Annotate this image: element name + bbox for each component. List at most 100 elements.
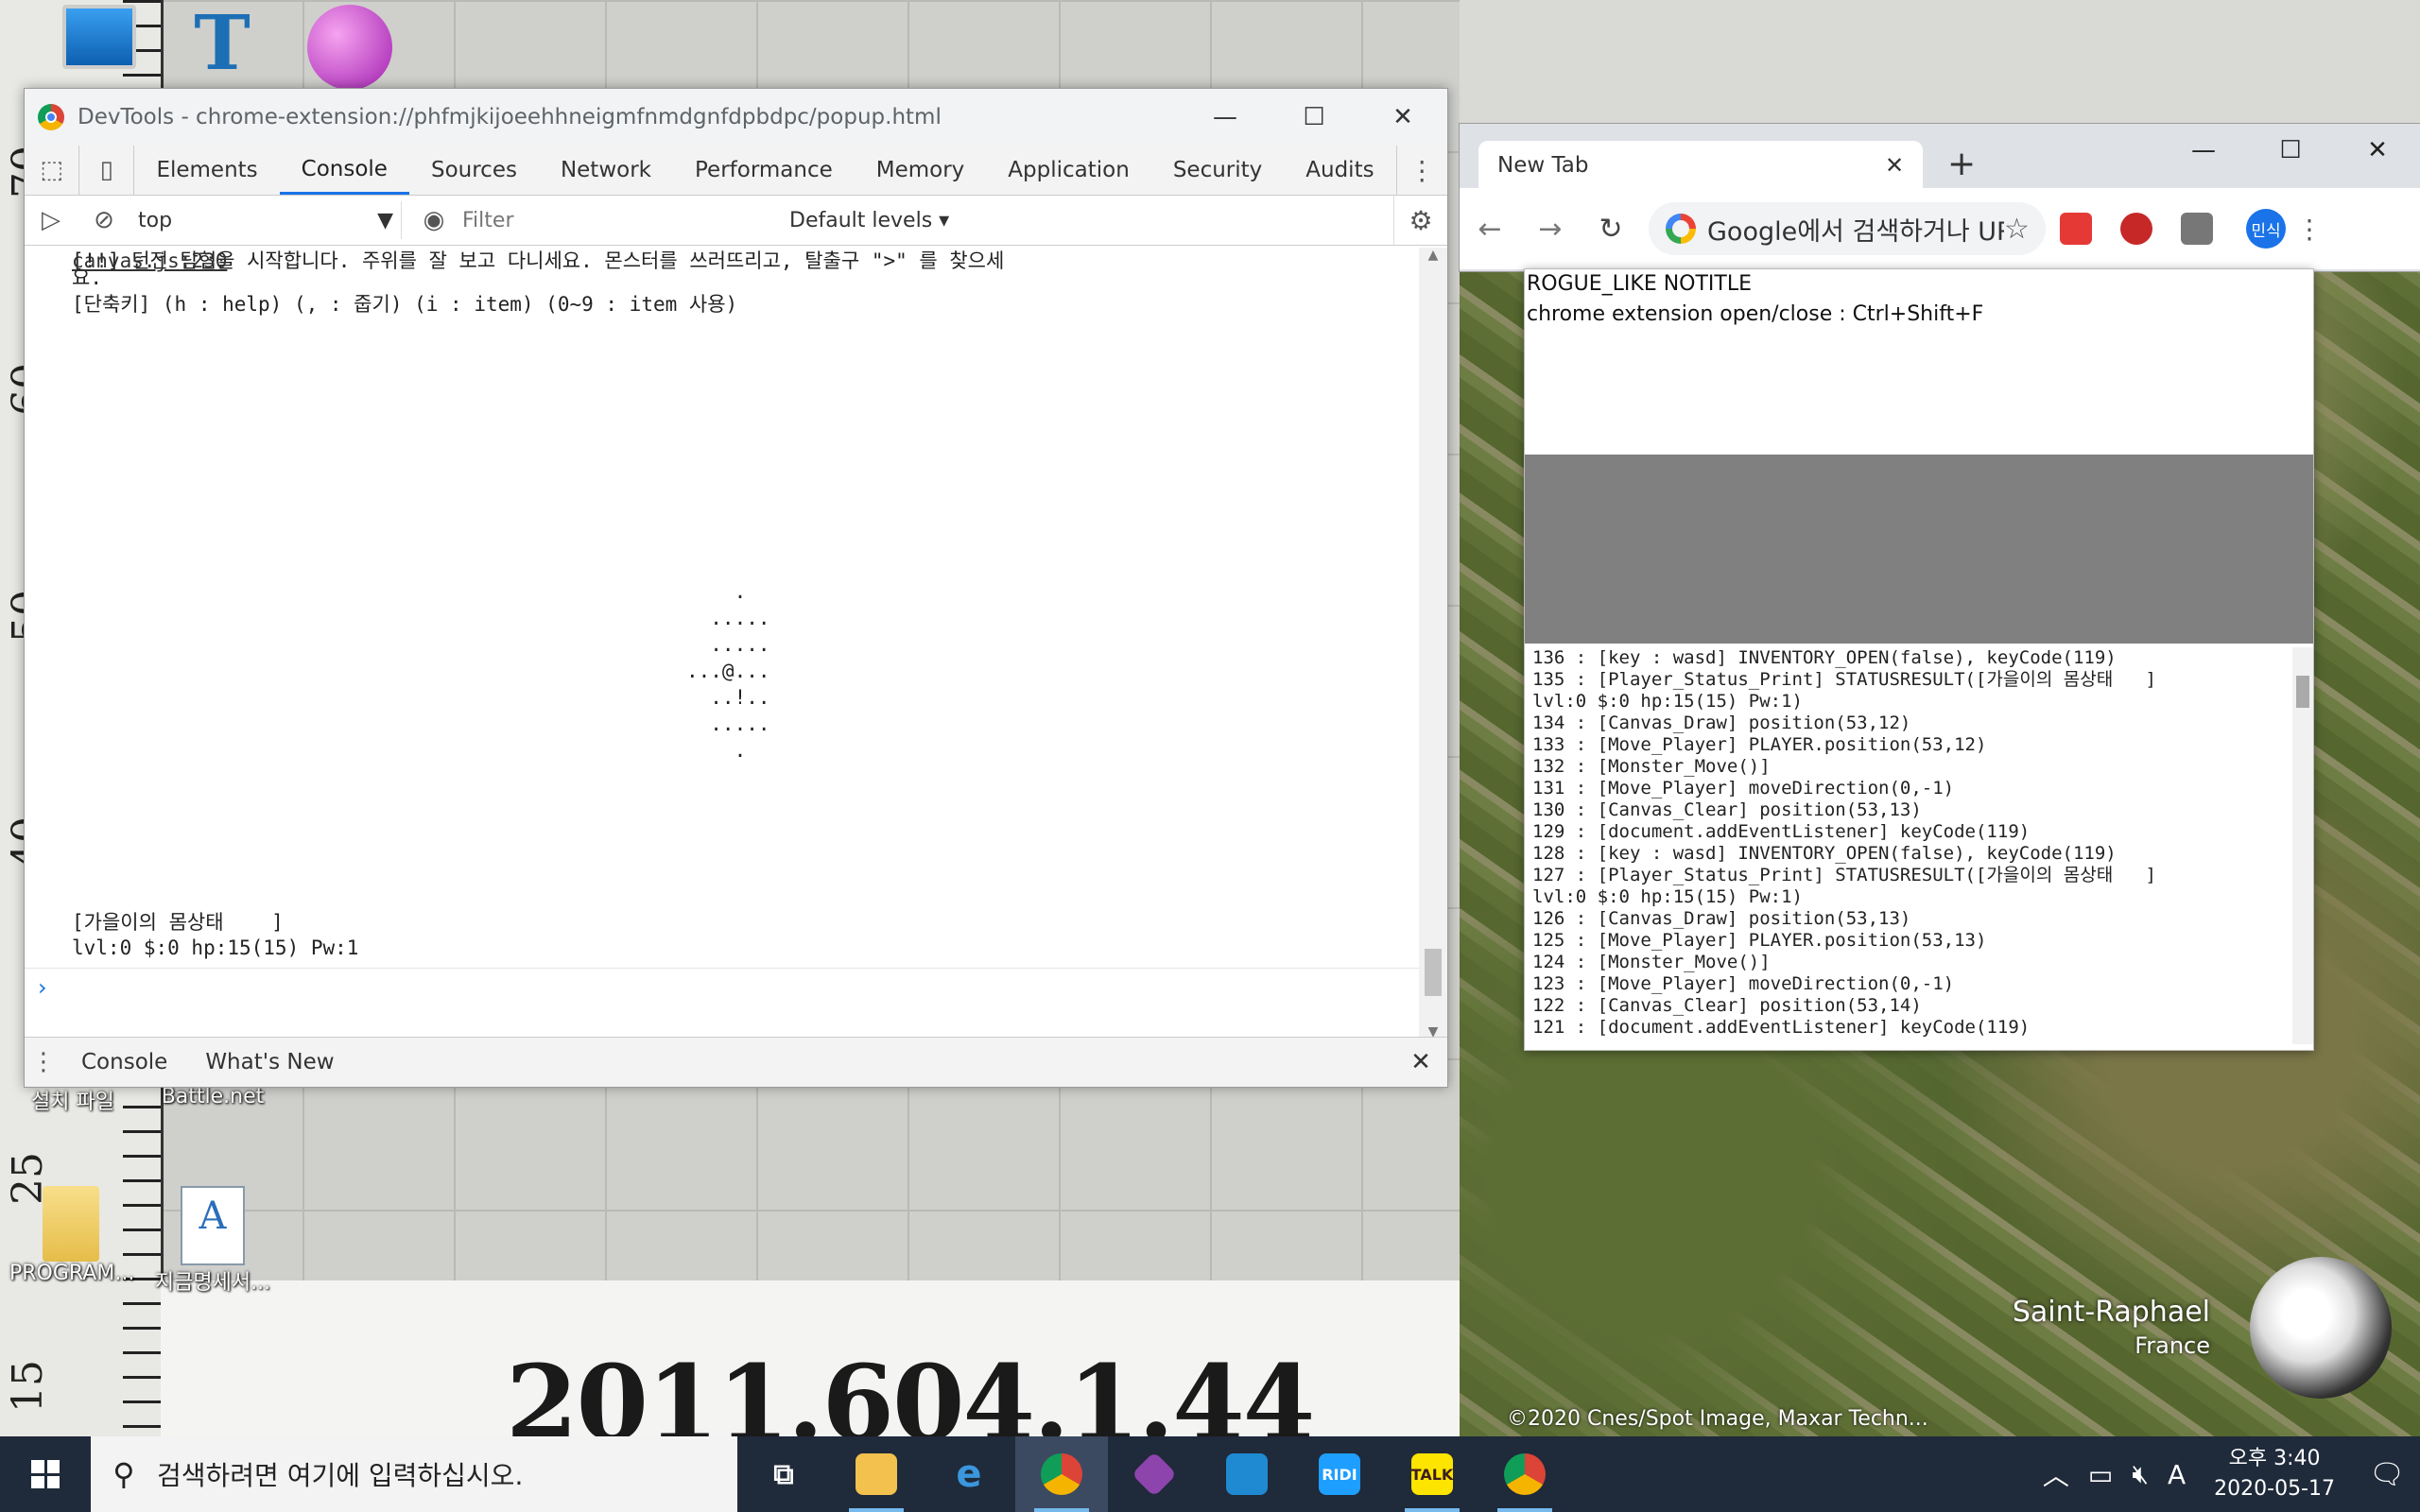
file-explorer-icon[interactable] (830, 1436, 923, 1512)
scrollbar-thumb[interactable] (2296, 676, 2309, 708)
minimize-button[interactable]: — (1181, 89, 1270, 146)
close-drawer-icon[interactable]: ✕ (1394, 1048, 1447, 1076)
log-levels-dropdown[interactable]: Default levels ▾ (789, 209, 949, 232)
extension-icon[interactable] (2181, 213, 2213, 245)
tab-sources[interactable]: Sources (409, 146, 539, 195)
bookmark-star-icon[interactable]: ☆ (2004, 213, 2046, 246)
minimize-button[interactable]: — (2160, 124, 2247, 177)
chrome-menu-icon[interactable]: ⋮ (2286, 214, 2333, 245)
desktop-icon-battlenet[interactable]: Battle.net (151, 1085, 274, 1108)
tab-security[interactable]: Security (1151, 146, 1284, 195)
desktop-icon-program[interactable]: PROGRAM... (9, 1186, 134, 1285)
more-options-icon[interactable]: ⋮ (1395, 146, 1447, 195)
log-line: 126 : [Canvas_Draw] position(53,13) (1532, 908, 1911, 929)
close-button[interactable]: ✕ (2334, 124, 2420, 177)
close-button[interactable]: ✕ (1358, 89, 1447, 146)
taskbar: ⚲ 검색하려면 여기에 입력하십시오. ⧉ e RIDI TALK ︿ ▭ 🔇︎… (0, 1436, 2420, 1512)
maximize-button[interactable]: ☐ (1270, 89, 1358, 146)
vscode-icon[interactable] (1201, 1436, 1293, 1512)
battery-icon[interactable]: ▭ (2088, 1459, 2113, 1490)
search-icon: ⚲ (112, 1456, 135, 1492)
drawer-menu-icon[interactable]: ⋮ (25, 1048, 62, 1076)
desktop-icon-label: 설치 파일 (31, 1091, 114, 1114)
extension-icon[interactable] (2060, 213, 2092, 245)
inspect-element-icon[interactable]: ⬚ (25, 146, 80, 195)
ridi-icon[interactable]: RIDI (1293, 1436, 1386, 1512)
context-selector[interactable]: top ▼ (130, 201, 402, 239)
back-icon[interactable]: ← (1460, 213, 1520, 246)
clear-console-icon[interactable]: ⊘ (78, 206, 130, 234)
chevron-up-icon[interactable]: ︿ (2043, 1455, 2069, 1493)
filter-input[interactable] (460, 202, 776, 238)
reload-icon[interactable]: ↻ (1581, 213, 1641, 246)
log-scrollbar[interactable] (2292, 647, 2313, 1044)
desktop-icon-computer[interactable] (38, 5, 161, 69)
drawer-tab-console[interactable]: Console (62, 1050, 186, 1074)
ime-indicator[interactable]: A (2168, 1459, 2186, 1490)
notification-icon[interactable]: 🗨︎ (2354, 1458, 2420, 1491)
console-prompt[interactable]: › (25, 968, 1419, 1006)
tab-elements[interactable]: Elements (134, 146, 279, 195)
new-tab-icon[interactable]: + (1947, 145, 1976, 183)
volume-muted-icon[interactable]: 🔇︎ (2132, 1458, 2149, 1490)
clock[interactable]: 오후 3:40 2020-05-17 (2214, 1444, 2335, 1504)
tab-title: New Tab (1497, 153, 1589, 178)
extension-popup: ROGUE_LIKE NOTITLE chrome extension open… (1524, 268, 2314, 1051)
source-link[interactable]: canvas.js:230 (72, 248, 1370, 274)
taskbar-search[interactable]: ⚲ 검색하려면 여기에 입력하십시오. (91, 1436, 737, 1512)
kakaotalk-icon[interactable]: TALK (1386, 1436, 1478, 1512)
desktop-icon-typora[interactable]: T (161, 5, 284, 80)
drawer-tab-whats-new[interactable]: What's New (186, 1050, 353, 1074)
popup-shortcut: chrome extension open/close : Ctrl+Shift… (1527, 302, 1984, 326)
scrollbar-thumb[interactable] (1425, 949, 1442, 996)
forward-icon[interactable]: → (1520, 213, 1581, 246)
profile-avatar[interactable]: 민식 (2246, 209, 2286, 249)
folder-icon (43, 1186, 99, 1262)
log-panel[interactable]: 136 : [key : wasd] INVENTORY_OPEN(false)… (1525, 647, 2313, 1044)
map-country-label: France (2135, 1332, 2210, 1359)
game-canvas[interactable] (1525, 455, 2313, 644)
tab-performance[interactable]: Performance (673, 146, 855, 195)
edge-icon[interactable]: e (923, 1436, 1015, 1512)
popup-title: ROGUE_LIKE NOTITLE (1527, 272, 1753, 296)
tab-network[interactable]: Network (539, 146, 673, 195)
live-expression-eye-icon[interactable]: ◉ (407, 206, 460, 234)
chrome-icon[interactable] (1015, 1436, 1108, 1512)
git-icon[interactable] (1108, 1436, 1201, 1512)
task-view-icon[interactable]: ⧉ (737, 1436, 830, 1512)
start-button[interactable] (0, 1436, 91, 1512)
omnibox-text: Google에서 검색하거나 URL 입력 (1707, 216, 2004, 247)
close-tab-icon[interactable]: ✕ (1885, 152, 1923, 179)
chrome-icon (38, 104, 64, 130)
desktop-icon-setup-files[interactable]: 설치 파일 (11, 1085, 134, 1115)
tab-audits[interactable]: Audits (1284, 146, 1395, 195)
extension-icon[interactable] (2120, 213, 2152, 245)
tab-application[interactable]: Application (986, 146, 1151, 195)
tab-memory[interactable]: Memory (855, 146, 987, 195)
log-line: 135 : [Player_Status_Print] STATUSRESULT… (1532, 669, 2156, 690)
log-line: 130 : [Canvas_Clear] position(53,13) (1532, 799, 1922, 820)
chrome-icon[interactable] (1478, 1436, 1571, 1512)
desktop-icon-document[interactable]: A 지금명세서... (151, 1186, 274, 1296)
log-line: 128 : [key : wasd] INVENTORY_OPEN(false)… (1532, 843, 2117, 864)
browser-tab[interactable]: New Tab ✕ (1478, 141, 1923, 190)
tab-console[interactable]: Console (279, 146, 409, 195)
gear-icon[interactable]: ⚙ (1393, 196, 1447, 245)
omnibox[interactable]: Google에서 검색하거나 URL 입력 ☆ (1649, 202, 2046, 255)
log-line: lvl:0 $:0 hp:15(15) Pw:1) (1532, 691, 1803, 712)
ruler-number: 15 (4, 1360, 52, 1413)
desktop-icon-installer[interactable] (288, 5, 411, 90)
log-line: 134 : [Canvas_Draw] position(53,12) (1532, 713, 1911, 733)
maximize-button[interactable]: ☐ (2247, 124, 2334, 177)
sidebar-toggle-icon[interactable]: ▷ (25, 206, 78, 234)
globe-icon[interactable] (2250, 1257, 2392, 1399)
scroll-up-icon[interactable]: ▲ (1419, 248, 1447, 263)
desktop-icon-label: Battle.net (161, 1085, 265, 1108)
devtools-titlebar[interactable]: DevTools - chrome-extension://phfmjkijoe… (25, 89, 1447, 146)
log-line: 121 : [document.addEventListener] keyCod… (1532, 1017, 2031, 1038)
console-scrollbar[interactable]: ▲ ▼ (1419, 248, 1447, 1040)
device-toolbar-icon[interactable]: ▯ (79, 146, 135, 195)
dropdown-arrow-icon: ▼ (377, 208, 393, 232)
console-output[interactable]: [!!] 던전 탐험을 시작합니다. 주위를 잘 보고 다니세요. 몬스터를 쓰… (25, 248, 1419, 968)
desktop-icon-label: 지금명세서... (154, 1271, 271, 1295)
